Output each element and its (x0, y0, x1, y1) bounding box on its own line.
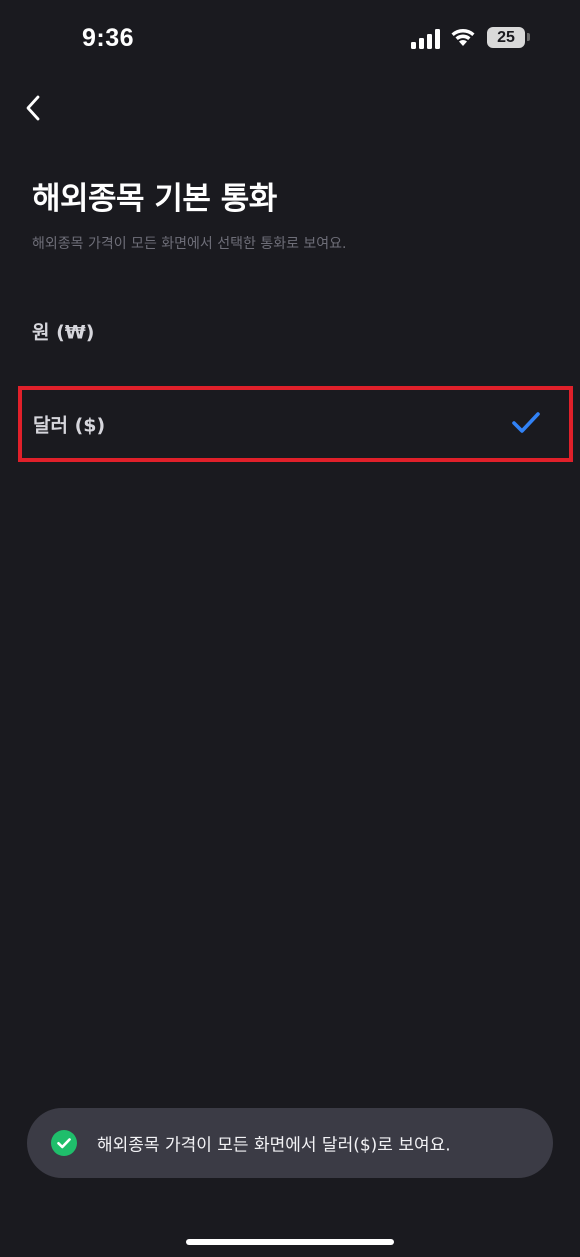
home-indicator[interactable] (186, 1239, 394, 1245)
signal-icon (411, 29, 440, 49)
option-label: 달러 ($) (33, 414, 106, 437)
toast: 해외종목 가격이 모든 화면에서 달러($)로 보여요. (27, 1108, 553, 1178)
battery-icon: 25 (487, 27, 525, 48)
toast-message: 해외종목 가격이 모든 화면에서 달러($)로 보여요. (97, 1135, 451, 1156)
check-circle-icon (51, 1130, 77, 1156)
wifi-icon (451, 29, 475, 46)
option-dollar[interactable]: 달러 ($) (18, 386, 573, 462)
page-title: 해외종목 기본 통화 (32, 181, 277, 217)
page-subtitle: 해외종목 가격이 모든 화면에서 선택한 통화로 보여요. (32, 236, 347, 252)
battery-level: 25 (497, 29, 515, 46)
status-time: 9:36 (82, 24, 135, 52)
chevron-left-icon (26, 95, 40, 121)
screen: 9:36 25 해외종목 기본 통화 해외종목 가격이 모든 화면에서 선택한 … (0, 0, 580, 1257)
option-label: 원 (₩) (32, 321, 95, 344)
battery-tip (527, 33, 530, 41)
option-won[interactable]: 원 (₩) (18, 293, 573, 369)
check-icon (512, 412, 540, 433)
back-button[interactable] (16, 88, 56, 128)
status-bar: 9:36 25 (0, 0, 580, 80)
